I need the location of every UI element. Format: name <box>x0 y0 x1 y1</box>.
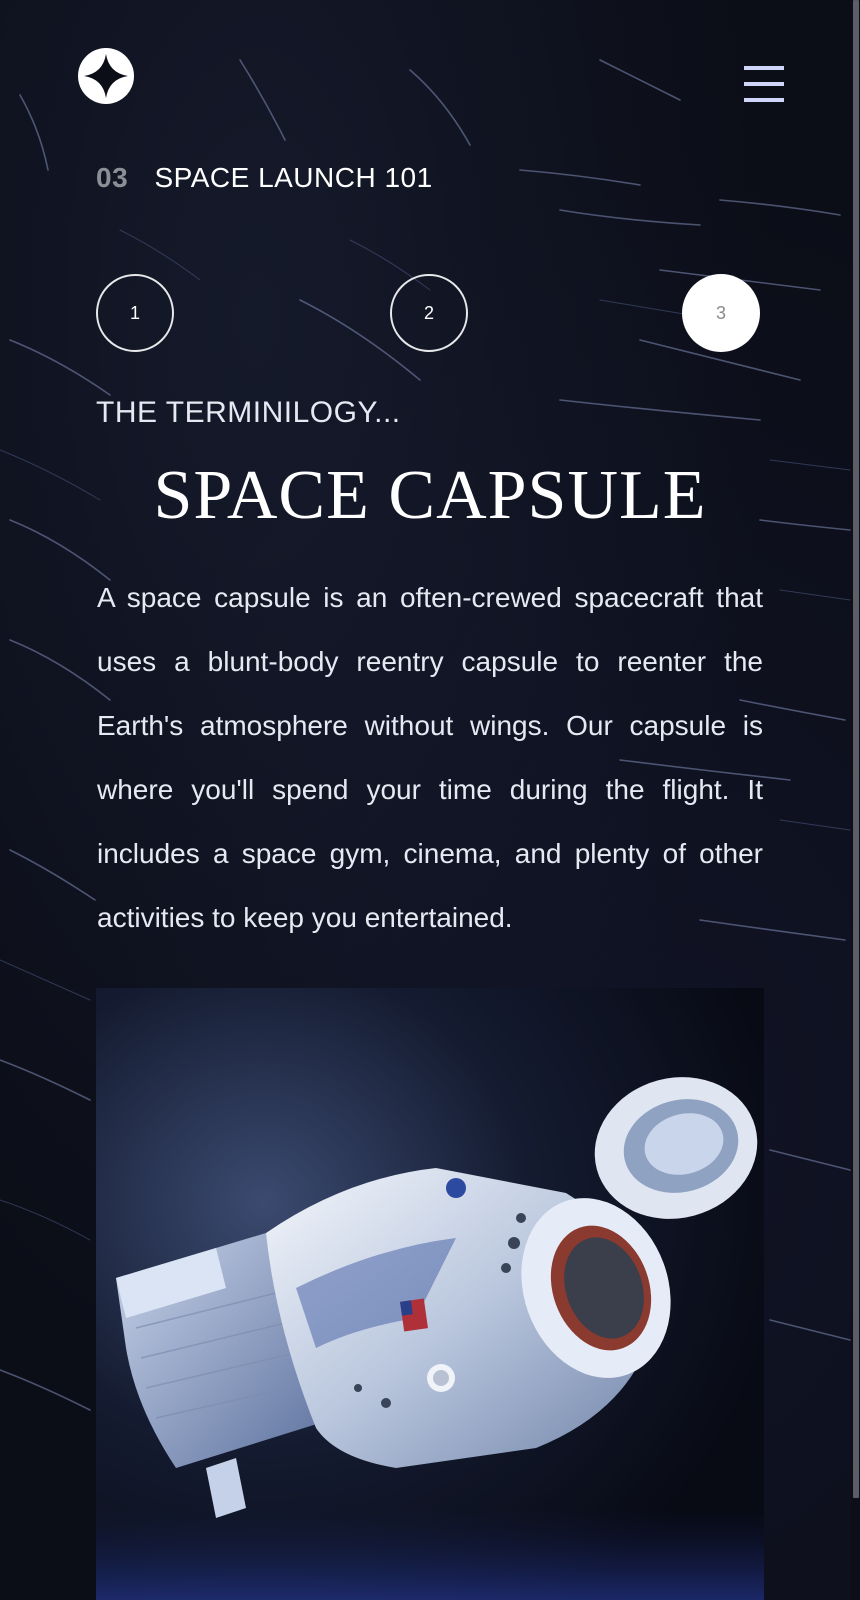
scrollbar[interactable] <box>851 0 860 1600</box>
section-heading: 03 SPACE LAUNCH 101 <box>96 162 433 194</box>
scrollbar-thumb[interactable] <box>853 0 859 1498</box>
section-number: 03 <box>96 162 129 193</box>
step-label: 3 <box>715 302 726 323</box>
space-capsule-image <box>96 988 764 1600</box>
description-text: A space capsule is an often-crewed space… <box>97 582 763 933</box>
step-button-3[interactable]: 3 <box>682 274 760 352</box>
section-title: SPACE LAUNCH 101 <box>154 162 433 193</box>
page-title: SPACE CAPSULE <box>153 457 707 534</box>
terminology-subheading: THE TERMINILOGY... <box>96 396 401 429</box>
hamburger-menu-icon[interactable] <box>744 66 784 106</box>
step-button-1[interactable]: 1 <box>96 274 174 352</box>
star-logo-icon[interactable] <box>78 48 134 104</box>
step-label: 1 <box>129 302 140 323</box>
step-label: 2 <box>423 302 434 323</box>
step-button-2[interactable]: 2 <box>390 274 468 352</box>
